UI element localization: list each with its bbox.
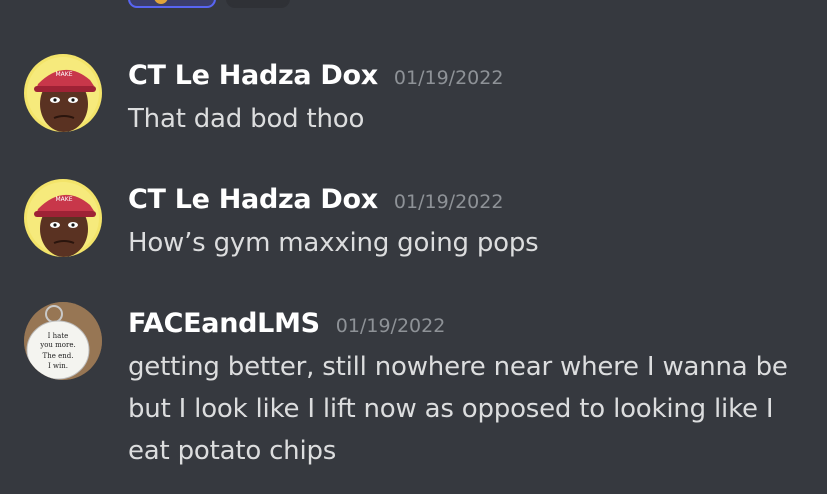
timestamp: 01/19/2022 bbox=[335, 315, 446, 337]
timestamp: 01/19/2022 bbox=[393, 67, 504, 89]
username[interactable]: CT Le Hadza Dox bbox=[128, 60, 378, 91]
emoji-icon bbox=[154, 0, 168, 4]
username[interactable]: CT Le Hadza Dox bbox=[128, 184, 378, 215]
reaction-bar bbox=[128, 0, 290, 8]
avatar-tag-line: The end. bbox=[43, 352, 74, 360]
cartoon-face-red-cap-avatar[interactable]: MAKE bbox=[24, 179, 102, 257]
username[interactable]: FACEandLMS bbox=[128, 308, 320, 339]
message-text: getting better, still nowhere near where… bbox=[128, 352, 788, 466]
svg-text:MAKE: MAKE bbox=[55, 71, 72, 78]
message-text: How’s gym maxxing going pops bbox=[128, 228, 539, 258]
timestamp: 01/19/2022 bbox=[393, 191, 504, 213]
svg-text:MAKE: MAKE bbox=[55, 196, 72, 203]
reaction-button[interactable] bbox=[128, 0, 216, 8]
message-text: That dad bod thoo bbox=[128, 104, 365, 134]
avatar-tag-line: I hate bbox=[48, 332, 69, 340]
avatar-tag-line: you more. bbox=[39, 341, 75, 349]
cartoon-face-red-cap-avatar[interactable]: MAKE bbox=[24, 54, 102, 132]
keychain-tag-avatar[interactable]: I hate you more. The end. I win. bbox=[24, 302, 102, 380]
avatar-tag-line: I win. bbox=[48, 362, 68, 370]
add-reaction-button[interactable] bbox=[226, 0, 290, 8]
